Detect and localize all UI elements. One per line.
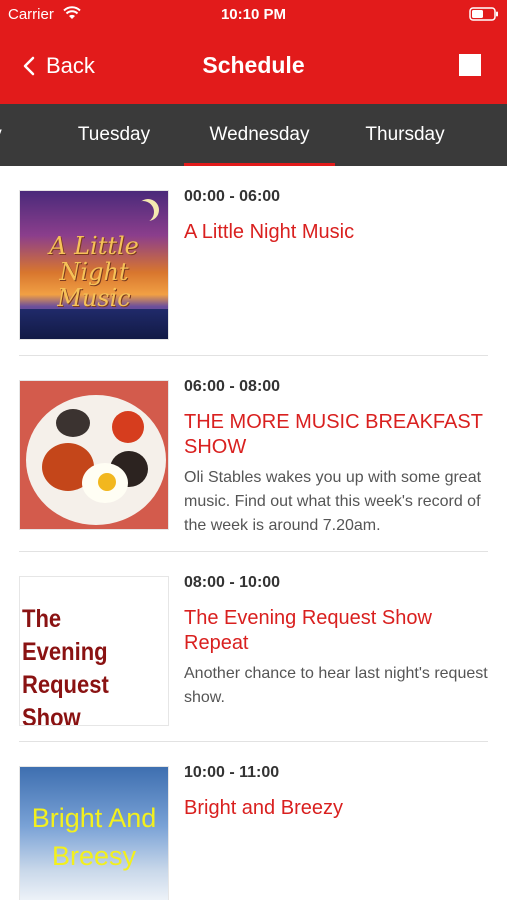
time-range: 06:00 - 08:00 (184, 378, 281, 395)
day-tabs: y Tuesday Wednesday Thursday (0, 104, 507, 166)
time-range: 00:00 - 06:00 (184, 188, 281, 205)
tab-tuesday[interactable]: Tuesday (54, 104, 174, 166)
item-content: 06:00 - 08:00 THE MORE MUSIC BREAKFAST S… (184, 378, 489, 538)
battery-icon (469, 7, 498, 21)
item-content: 08:00 - 10:00 The Evening Request Show R… (184, 574, 489, 710)
show-title[interactable]: A Little Night Music (184, 220, 489, 245)
show-thumbnail: Bright And Breesy (19, 766, 169, 900)
moon-icon (132, 201, 154, 223)
clock: 10:10 PM (220, 6, 287, 23)
show-title[interactable]: Bright and Breezy (184, 796, 489, 821)
egg-yolk (98, 473, 116, 491)
tab-wednesday[interactable]: Wednesday (184, 104, 335, 166)
show-thumbnail: A Little Night Music (19, 190, 169, 340)
item-content: 10:00 - 11:00 Bright and Breezy (184, 764, 489, 827)
time-range: 10:00 - 11:00 (184, 764, 280, 781)
show-thumbnail (19, 380, 169, 530)
schedule-item[interactable]: A Little Night Music 00:00 - 06:00 A Lit… (0, 166, 507, 356)
treeline (20, 309, 168, 339)
mushroom (56, 409, 90, 437)
stop-icon[interactable] (459, 54, 481, 76)
thumbnail-text: The Evening Request Show Repeat (22, 605, 109, 726)
show-description: Another chance to hear last night's requ… (184, 665, 488, 706)
show-description: Oli Stables wakes you up with some great… (184, 469, 482, 534)
item-content: 00:00 - 06:00 A Little Night Music (184, 188, 489, 251)
navigation-bar: Back Schedule (0, 30, 507, 104)
tab-monday[interactable]: y (0, 104, 12, 166)
thumbnail-text: A Little Night Music (49, 232, 139, 312)
page-title: Schedule (202, 52, 305, 78)
tomato (112, 411, 144, 443)
time-range: 08:00 - 10:00 (184, 574, 281, 591)
show-title[interactable]: THE MORE MUSIC BREAKFAST SHOW (184, 410, 489, 460)
status-bar: Carrier 10:10 PM (0, 0, 507, 30)
show-thumbnail: The Evening Request Show Repeat (19, 576, 169, 726)
show-title[interactable]: The Evening Request Show Repeat (184, 606, 489, 656)
tab-thursday[interactable]: Thursday (340, 104, 470, 166)
thumbnail-text: Bright And Breesy (31, 803, 157, 871)
schedule-item[interactable]: 06:00 - 08:00 THE MORE MUSIC BREAKFAST S… (0, 356, 507, 552)
schedule-item[interactable]: The Evening Request Show Repeat 08:00 - … (0, 552, 507, 742)
schedule-list: A Little Night Music 00:00 - 06:00 A Lit… (0, 166, 507, 900)
schedule-item[interactable]: Bright And Breesy 10:00 - 11:00 Bright a… (0, 742, 507, 900)
